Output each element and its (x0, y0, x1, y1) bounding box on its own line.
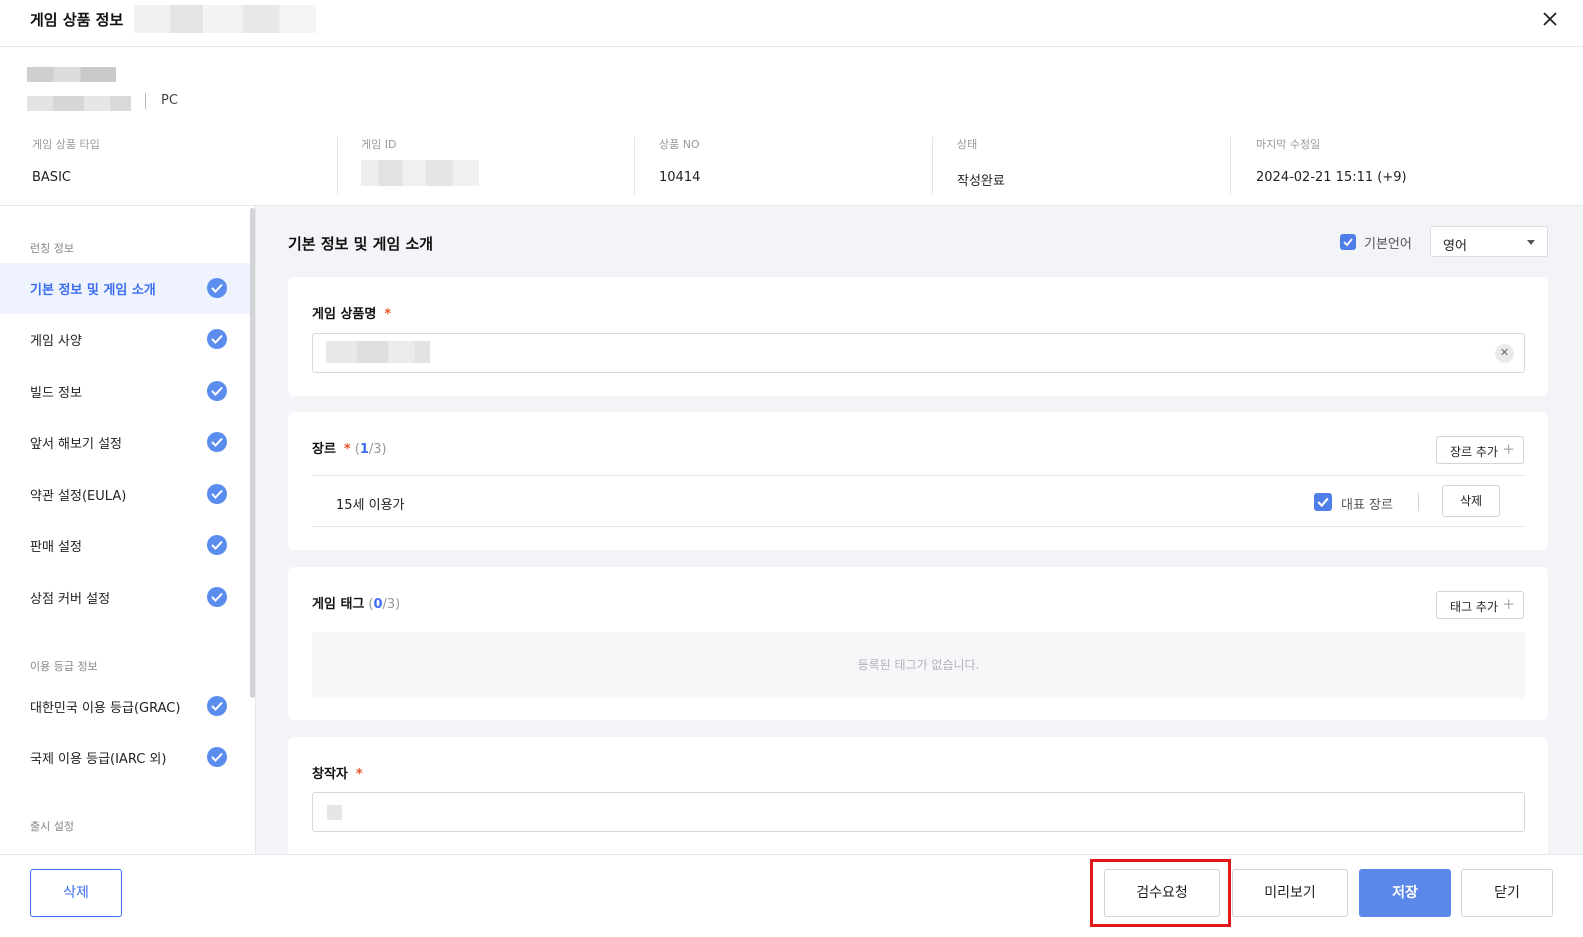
check-circle-icon (207, 747, 227, 767)
default-language-checkbox[interactable] (1340, 234, 1356, 250)
meta-last-modified: 마지막 수정일 2024-02-21 15:11 (+9) (1256, 138, 1407, 185)
caret-down-icon (1527, 240, 1535, 245)
sidebar-scrollbar[interactable] (250, 208, 255, 698)
divider (634, 137, 635, 195)
tags-card: 게임 태그 (0/3) 태그 추가 + 등록된 태그가 없습니다. (288, 567, 1548, 720)
required-marker: * (355, 767, 363, 782)
divider (312, 526, 1525, 527)
required-marker: * (343, 442, 351, 457)
meta-product-no: 상품 NO 10414 (659, 138, 701, 185)
section-label-rating: 이용 등급 정보 (30, 660, 98, 673)
creator-card: 창작자 * (288, 737, 1548, 854)
blurred-title-suffix (134, 5, 316, 33)
creator-label: 창작자 * (312, 767, 363, 782)
check-circle-icon (207, 381, 227, 401)
sidebar-nav: 런칭 정보 기본 정보 및 게임 소개 게임 사양 빌드 정보 앞서 해보기 설… (0, 206, 256, 854)
blurred-product-thumb (27, 67, 116, 82)
required-marker: * (384, 307, 392, 322)
language-select[interactable]: 영어 (1430, 226, 1548, 257)
blurred-input-value (327, 805, 342, 820)
platform-label: PC (145, 93, 178, 109)
check-circle-icon (207, 432, 227, 452)
modal-footer: 삭제 검수요청 미리보기 저장 닫기 (0, 854, 1583, 937)
representative-genre-label: 대표 장르 (1341, 498, 1393, 513)
review-request-button[interactable]: 검수요청 (1104, 869, 1220, 917)
sidebar-item-iarc[interactable]: 국제 이용 등급(IARC 외) (0, 732, 250, 783)
section-title: 기본 정보 및 게임 소개 (288, 235, 434, 253)
main-content: 기본 정보 및 게임 소개 기본언어 영어 게임 상품명 * ✕ 장르 * (1/3)… (256, 206, 1583, 854)
blurred-input-value (326, 341, 430, 363)
delete-genre-button[interactable]: 삭제 (1442, 485, 1500, 517)
add-genre-button[interactable]: 장르 추가 + (1436, 436, 1524, 464)
genre-card: 장르 * (1/3) 장르 추가 + 15세 이용가 대표 장르 삭제 (288, 412, 1548, 550)
sidebar-item-build-info[interactable]: 빌드 정보 (0, 366, 250, 417)
divider (1418, 493, 1419, 511)
tags-count: (0/3) (368, 597, 401, 612)
product-info-panel: PC 게임 상품 타입 BASIC 게임 ID 상품 NO 10414 상태 작… (0, 47, 1583, 206)
preview-button[interactable]: 미리보기 (1232, 869, 1348, 917)
sidebar-item-game-spec[interactable]: 게임 사양 (0, 314, 250, 365)
divider (932, 137, 933, 195)
check-circle-icon (207, 696, 227, 716)
modal-title: 게임 상품 정보 (30, 11, 124, 29)
blurred-product-name (27, 96, 131, 111)
section-label-release: 출시 설정 (30, 820, 74, 833)
default-language-label: 기본언어 (1364, 237, 1412, 252)
add-tag-button[interactable]: 태그 추가 + (1436, 591, 1524, 619)
genre-label: 장르 * (1/3) (312, 442, 387, 457)
sidebar-item-sales[interactable]: 판매 설정 (0, 520, 250, 571)
sidebar-item-early-access[interactable]: 앞서 해보기 설정 (0, 417, 250, 468)
product-name-input[interactable]: ✕ (312, 333, 1525, 373)
meta-game-id: 게임 ID (361, 136, 479, 196)
divider (1230, 137, 1231, 195)
representative-genre-checkbox[interactable] (1314, 493, 1332, 511)
close-button[interactable]: 닫기 (1461, 869, 1553, 917)
sidebar-item-grac[interactable]: 대한민국 이용 등급(GRAC) (0, 681, 250, 732)
sidebar-item-eula[interactable]: 약관 설정(EULA) (0, 469, 250, 520)
empty-tags-message: 등록된 태그가 없습니다. (312, 632, 1525, 698)
check-circle-icon (207, 587, 227, 607)
check-circle-icon (207, 535, 227, 555)
sidebar-item-basic-info[interactable]: 기본 정보 및 게임 소개 (0, 263, 250, 314)
meta-product-type: 게임 상품 타입 BASIC (32, 138, 100, 185)
divider (312, 475, 1525, 476)
sidebar-item-store-cover[interactable]: 상점 커버 설정 (0, 572, 250, 623)
genre-row-name: 15세 이용가 (336, 498, 405, 513)
tags-label: 게임 태그 (0/3) (312, 597, 401, 612)
plus-icon: + (1502, 595, 1515, 613)
product-name-card: 게임 상품명 * ✕ (288, 277, 1548, 396)
clear-icon[interactable]: ✕ (1495, 344, 1514, 363)
check-circle-icon (207, 329, 227, 349)
divider (337, 137, 338, 195)
genre-count: (1/3) (354, 442, 387, 457)
meta-status: 상태 작성완료 (957, 138, 1005, 189)
plus-icon: + (1502, 440, 1515, 458)
product-name-label: 게임 상품명 * (312, 307, 392, 322)
delete-button[interactable]: 삭제 (30, 869, 122, 917)
check-circle-icon (207, 278, 227, 298)
check-circle-icon (207, 484, 227, 504)
section-label-listing: 런칭 정보 (30, 242, 74, 255)
close-icon[interactable] (1539, 8, 1561, 30)
modal-header: 게임 상품 정보 (0, 0, 1583, 47)
save-button[interactable]: 저장 (1359, 869, 1451, 917)
creator-input[interactable] (312, 792, 1525, 832)
blurred-game-id (361, 160, 479, 186)
